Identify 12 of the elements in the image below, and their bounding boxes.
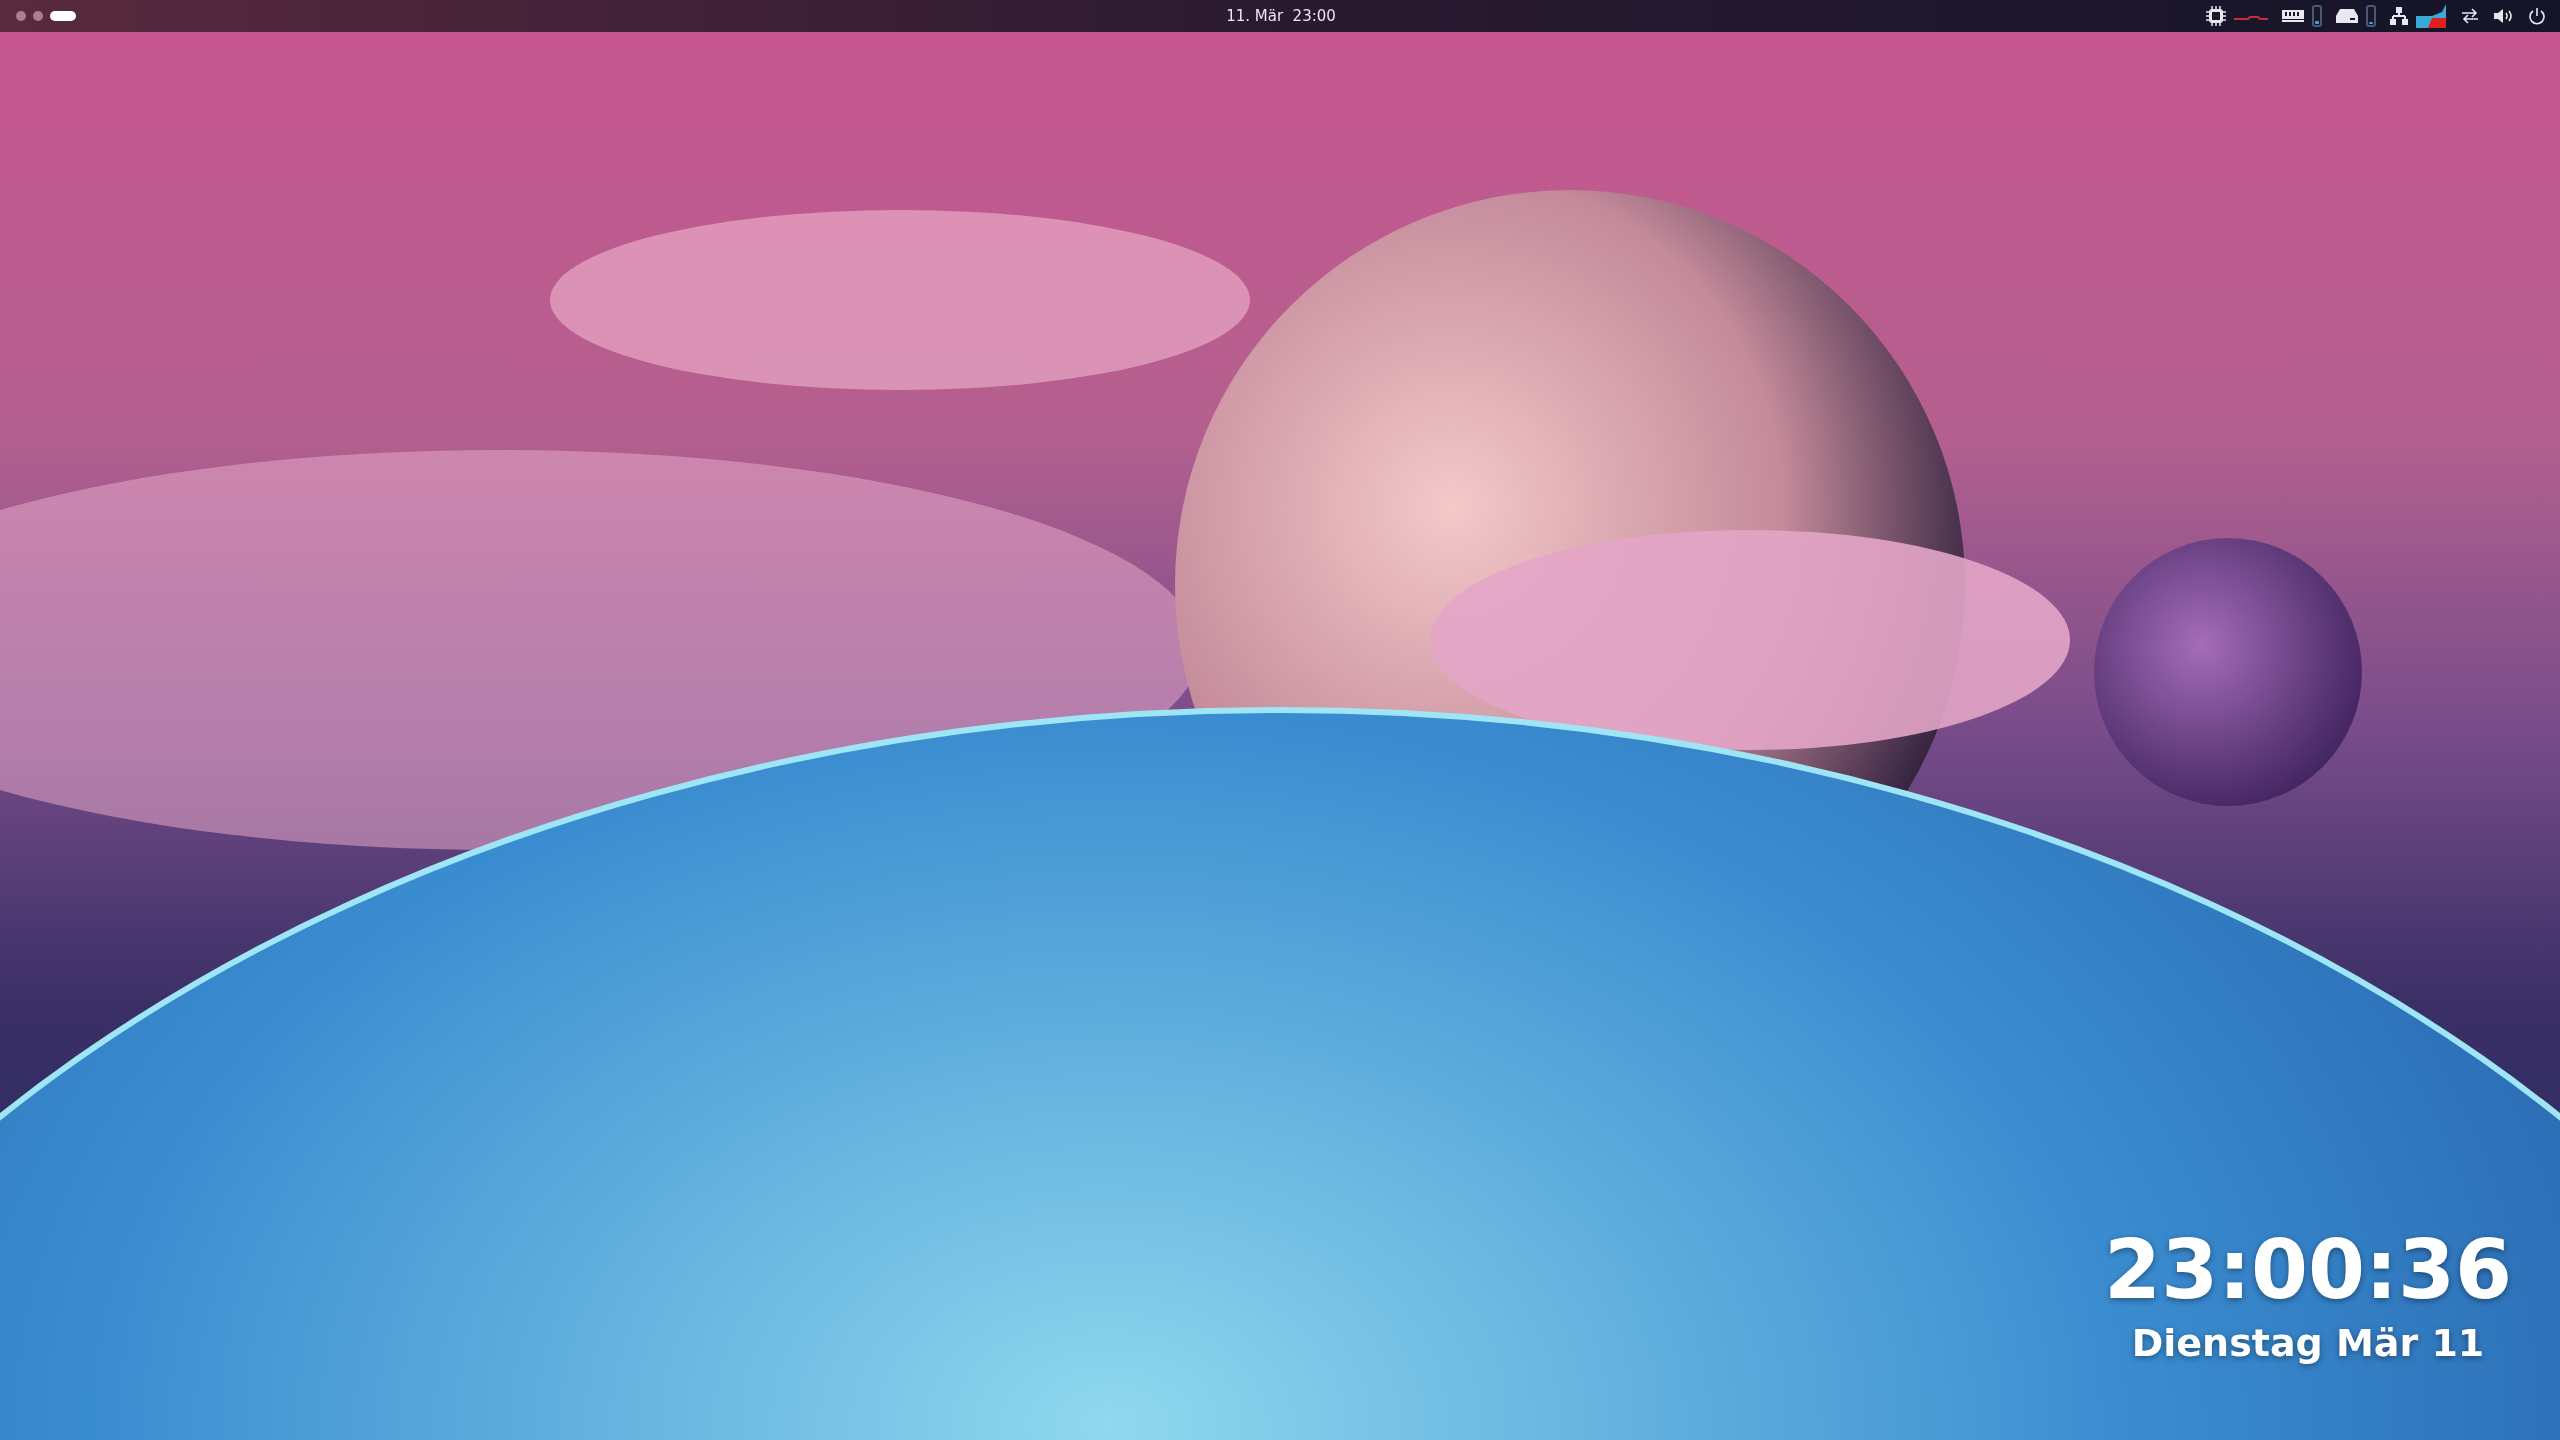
network-traffic-graph — [2416, 4, 2446, 28]
hard-drive-icon[interactable] — [2336, 9, 2358, 23]
memory-module-icon[interactable] — [2282, 10, 2304, 22]
transfer-arrows-icon[interactable] — [2460, 8, 2480, 24]
workspace-indicator[interactable] — [50, 11, 76, 21]
network-topology-icon[interactable] — [2390, 7, 2408, 25]
power-icon[interactable] — [2528, 7, 2546, 25]
volume-icon[interactable] — [2494, 8, 2514, 24]
clock-time: 23:00:36 — [2104, 1225, 2512, 1316]
cpu-chip-icon[interactable] — [2206, 6, 2226, 26]
date-time-clock[interactable]: 11. Mär 23:00 — [1226, 7, 1336, 25]
clock-date: Dienstag Mär 11 — [2131, 1321, 2485, 1366]
